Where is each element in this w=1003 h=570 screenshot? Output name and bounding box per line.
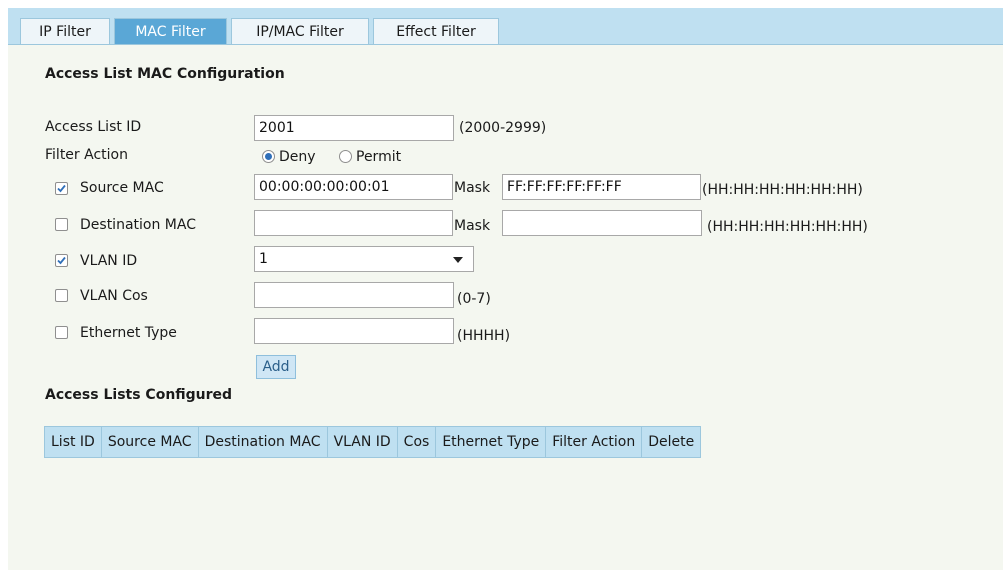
source-mac-mask-label: Mask — [454, 180, 491, 196]
deny-radio[interactable] — [262, 150, 275, 163]
access-list-id-input[interactable]: 2001 — [254, 115, 454, 141]
vlan-id-label: VLAN ID — [80, 253, 138, 269]
column-header: Cos — [396, 426, 437, 458]
tab-ip-filter[interactable]: IP Filter — [20, 18, 110, 44]
chevron-down-icon[interactable] — [453, 257, 463, 263]
tab-mac-filter[interactable]: MAC Filter — [114, 18, 227, 44]
lists-section-title: Access Lists Configured — [45, 387, 233, 403]
tab-bar: IP Filter MAC Filter IP/MAC Filter Effec… — [8, 8, 1003, 45]
destination-mac-mask-label: Mask — [454, 218, 491, 234]
source-mac-hint: (HH:HH:HH:HH:HH:HH) — [702, 182, 863, 198]
permit-radio-label: Permit — [356, 149, 402, 165]
vlan-id-checkbox[interactable] — [55, 254, 68, 267]
vlan-cos-input[interactable] — [254, 282, 454, 308]
source-mac-input[interactable]: 00:00:00:00:00:01 — [254, 174, 453, 200]
ethernet-type-hint: (HHHH) — [457, 328, 511, 344]
destination-mac-checkbox[interactable] — [55, 218, 68, 231]
checkmark-icon — [57, 256, 66, 265]
permit-radio[interactable] — [339, 150, 352, 163]
vlan-cos-label: VLAN Cos — [80, 288, 148, 304]
column-header: Source MAC — [100, 426, 199, 458]
add-button[interactable]: Add — [256, 355, 296, 379]
column-header: Filter Action — [545, 426, 643, 458]
filter-panel: IP Filter MAC Filter IP/MAC Filter Effec… — [8, 8, 1003, 570]
filter-action-label: Filter Action — [45, 147, 128, 163]
destination-mac-mask-input[interactable] — [502, 210, 702, 236]
ethernet-type-checkbox[interactable] — [55, 326, 68, 339]
column-header: VLAN ID — [326, 426, 398, 458]
source-mac-mask-input[interactable]: FF:FF:FF:FF:FF:FF — [502, 174, 701, 200]
destination-mac-input[interactable] — [254, 210, 453, 236]
column-header: Ethernet Type — [435, 426, 547, 458]
deny-radio-label: Deny — [279, 149, 316, 165]
access-lists-table: List ID Source MAC Destination MAC VLAN … — [44, 426, 702, 458]
vlan-cos-hint: (0-7) — [457, 291, 491, 307]
access-list-id-hint: (2000-2999) — [459, 120, 547, 136]
destination-mac-label: Destination MAC — [80, 217, 196, 233]
vlan-cos-checkbox[interactable] — [55, 289, 68, 302]
ethernet-type-label: Ethernet Type — [80, 325, 177, 341]
checkmark-icon — [57, 184, 66, 193]
destination-mac-hint: (HH:HH:HH:HH:HH:HH) — [707, 219, 868, 235]
tab-ip-mac-filter[interactable]: IP/MAC Filter — [231, 18, 369, 44]
config-section-title: Access List MAC Configuration — [45, 66, 285, 82]
access-list-id-label: Access List ID — [45, 119, 142, 135]
column-header: List ID — [44, 426, 102, 458]
ethernet-type-input[interactable] — [254, 318, 454, 344]
table-header-row: List ID Source MAC Destination MAC VLAN … — [44, 426, 702, 458]
column-header: Destination MAC — [197, 426, 328, 458]
source-mac-label: Source MAC — [80, 180, 164, 196]
vlan-id-select[interactable]: 1 — [254, 246, 474, 272]
tab-effect-filter[interactable]: Effect Filter — [373, 18, 499, 44]
vlan-id-selected-value: 1 — [259, 251, 268, 267]
column-header: Delete — [641, 426, 702, 458]
source-mac-checkbox[interactable] — [55, 182, 68, 195]
